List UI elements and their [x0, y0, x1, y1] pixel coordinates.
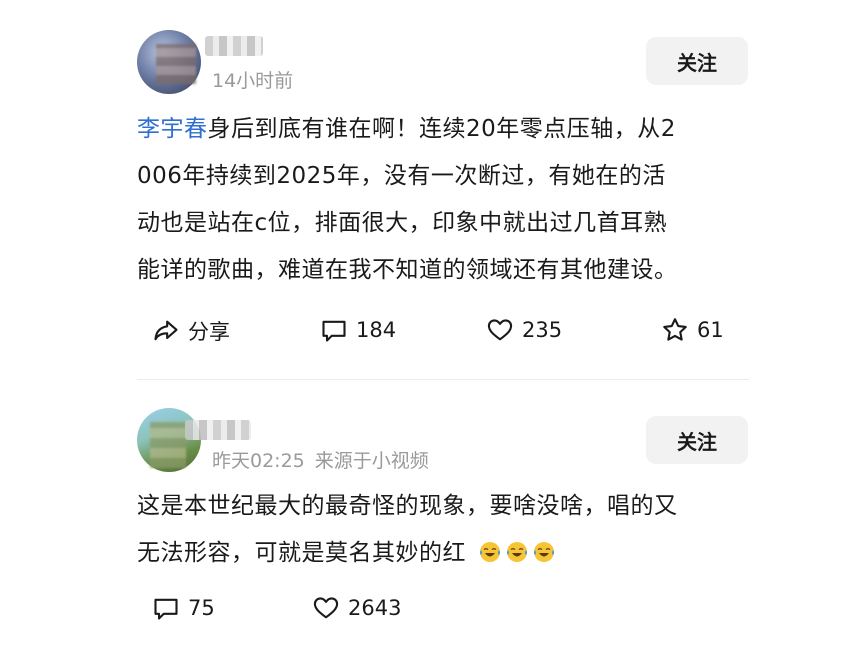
comment-count: 75 [188, 596, 215, 620]
crying-laughing-icon [506, 542, 527, 562]
heart-icon [313, 597, 339, 619]
avatar-mosaic [150, 422, 186, 468]
emoji-group [470, 540, 559, 566]
avatar-mosaic [156, 44, 196, 84]
favorite-count: 61 [697, 318, 724, 342]
heart-icon [487, 319, 513, 341]
like-count: 235 [522, 318, 563, 342]
share-icon [154, 320, 178, 341]
content-line: 能详的歌曲，难道在我不知道的领域还有其他建设。 [137, 257, 678, 283]
timestamp-text: 14小时前 [212, 70, 294, 92]
timestamp-text: 昨天02:25 [212, 450, 305, 472]
comment-count: 184 [356, 318, 397, 342]
content-line: 动也是站在c位，排面很大，印象中就出过几首耳熟 [137, 210, 668, 236]
share-button[interactable]: 分享 [152, 316, 230, 346]
comment-card: 14小时前 关注 李宇春身后到底有谁在啊！连续20年零点压轴，从2 006年持续… [0, 0, 858, 380]
post-timestamp: 14小时前 [212, 66, 293, 93]
favorite-button[interactable]: 61 [661, 316, 724, 344]
like-button[interactable]: 2643 [312, 594, 401, 622]
content-line: 李宇春身后到底有谁在啊！连续20年零点压轴，从2 [137, 106, 737, 153]
star-icon [663, 318, 687, 341]
source-text: 来源于小视频 [314, 450, 429, 472]
content-line: 无法形容，可就是莫名其妙的红 [137, 530, 737, 577]
comment-icon [154, 598, 178, 620]
follow-button[interactable]: 关注 [646, 416, 748, 464]
like-count: 2643 [348, 596, 402, 620]
content-line: 006年持续到2025年，没有一次断过，有她在的活 [137, 163, 666, 189]
post-meta: 昨天02:25 来源于小视频 [212, 446, 429, 473]
follow-button[interactable]: 关注 [646, 37, 748, 85]
username-blurred[interactable] [205, 36, 263, 56]
comment-button[interactable]: 75 [152, 594, 215, 622]
comment-text: 这是本世纪最大的最奇怪的现象，要啥没啥，唱的又 无法形容，可就是莫名其妙的红 [137, 483, 737, 577]
crying-laughing-icon [479, 542, 500, 562]
share-label: 分享 [188, 320, 230, 344]
comment-text: 李宇春身后到底有谁在啊！连续20年零点压轴，从2 006年持续到2025年，没有… [137, 106, 737, 294]
content-line: 这是本世纪最大的最奇怪的现象，要啥没啥，唱的又 [137, 493, 678, 519]
comment-button[interactable]: 184 [320, 316, 396, 344]
username-blurred[interactable] [185, 420, 251, 440]
content-line-text: 身后到底有谁在啊！连续20年零点压轴，从2 [207, 116, 676, 142]
like-button[interactable]: 235 [486, 316, 562, 344]
content-line-text: 无法形容，可就是莫名其妙的红 [137, 540, 466, 566]
mention-link[interactable]: 李宇春 [137, 116, 208, 142]
crying-laughing-icon [533, 542, 554, 562]
comment-icon [322, 320, 346, 342]
